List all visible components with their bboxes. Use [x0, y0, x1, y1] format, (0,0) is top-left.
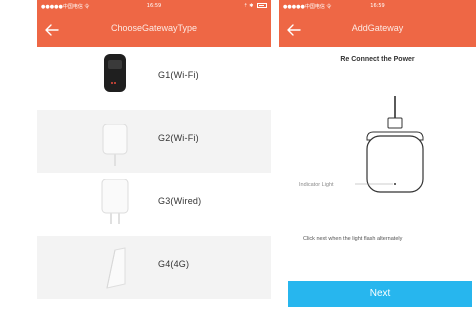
- gateway-type-list: G1(Wi-Fi) G2(Wi-Fi) G3(Wired) G4(4G): [37, 47, 271, 312]
- status-bar: ●●●●●中国电信 令 16:59: [279, 0, 476, 13]
- nav-bar: ChooseGatewayType: [37, 13, 271, 47]
- g3-device-icon: [101, 179, 129, 224]
- status-time: 16:59: [146, 3, 162, 9]
- gateway-label-g4: G4(4G): [158, 259, 190, 269]
- choose-gateway-screen: ●●●●●中国电信 令 16:59 ⇡ ✱ ChooseGatewayType …: [37, 0, 271, 312]
- battery-icon: [257, 3, 267, 8]
- status-bar: ●●●●●中国电信 令 16:59 ⇡ ✱: [37, 0, 271, 13]
- status-icons: ⇡ ✱: [243, 3, 267, 9]
- gateway-option-g1[interactable]: G1(Wi-Fi): [37, 47, 271, 110]
- gateway-option-g3[interactable]: G3(Wired): [37, 173, 271, 236]
- status-time: 16:59: [370, 3, 385, 9]
- page-title: ChooseGatewayType: [110, 23, 198, 33]
- gateway-label-g3: G3(Wired): [158, 196, 202, 206]
- page-title: AddGateway: [351, 23, 404, 33]
- g2-device-icon: [102, 124, 128, 166]
- status-right-text: ⇡ ✱: [243, 3, 254, 9]
- gateway-option-g4[interactable]: G4(4G): [37, 236, 271, 299]
- add-gateway-screen: ●●●●●中国电信 令 16:59 AddGateway Re Connect …: [279, 0, 476, 312]
- instruction-heading: Re Connect the Power: [340, 56, 415, 63]
- gateway-label-g1: G1(Wi-Fi): [158, 70, 199, 80]
- list-spacer: [37, 299, 271, 312]
- next-button[interactable]: Next: [288, 281, 472, 307]
- gateway-label-g2: G2(Wi-Fi): [158, 133, 199, 143]
- instruction-hint: Click next when the light flash alternat…: [303, 236, 403, 242]
- g1-device-icon: [104, 54, 126, 92]
- indicator-light-label: Indicator Light: [299, 182, 334, 188]
- gateway-option-g2[interactable]: G2(Wi-Fi): [37, 110, 271, 173]
- nav-bar: AddGateway: [279, 13, 476, 47]
- g4-device-icon: [106, 247, 126, 289]
